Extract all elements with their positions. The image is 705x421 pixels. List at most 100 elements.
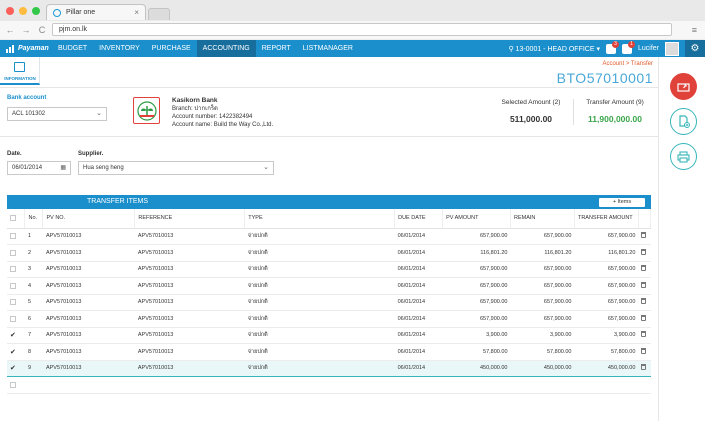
row-transfer-amount: 57,800.00 — [574, 343, 639, 361]
row-transfer-amount: 3,900.00 — [574, 327, 639, 344]
table-row[interactable]: 6 APV57010013 APV57010013 จ่ายปกติ 06/01/201… — [7, 310, 651, 328]
row-checkbox[interactable]: ✔ — [10, 332, 16, 339]
menu-report[interactable]: REPORT — [256, 40, 297, 57]
column-pv-no[interactable]: PV NO. — [42, 209, 136, 229]
menu-purchase[interactable]: PURCHASE — [146, 40, 197, 57]
forward-icon[interactable]: → — [20, 25, 32, 35]
row-pv-amount: 116,801.20 — [442, 244, 511, 262]
row-due-date: 06/01/2014 — [394, 359, 443, 377]
date-input[interactable]: 06/01/2014 ▦ — [7, 161, 71, 175]
calendar-icon[interactable]: ▦ — [60, 162, 66, 174]
menu-budget[interactable]: BUDGET — [52, 40, 93, 57]
row-remain: 116,801.20 — [510, 244, 575, 262]
trash-icon[interactable] — [641, 347, 647, 354]
information-tab[interactable]: INFORMATION — [0, 57, 40, 85]
menu-accounting[interactable]: ACCOUNTING — [196, 40, 256, 57]
row-checkbox[interactable] — [10, 233, 16, 240]
row-checkbox[interactable] — [10, 282, 16, 289]
table-row[interactable]: 2 APV57010013 APV57010013 จ่ายปกติ 06/01/201… — [7, 244, 651, 262]
bank-account-select[interactable]: ACL 101302 ⌄ — [7, 107, 107, 121]
row-transfer-amount: 450,000.00 — [574, 359, 639, 377]
chevron-down-icon: ⌄ — [263, 164, 269, 171]
mail-badge: 3 — [611, 40, 619, 48]
avatar[interactable] — [665, 41, 679, 56]
menu-listmanager[interactable]: LISTMANAGER — [297, 40, 359, 57]
minimize-window-button[interactable] — [19, 7, 27, 15]
notification-icon[interactable]: 1 — [621, 40, 635, 54]
row-remain: 3,900.00 — [510, 327, 575, 344]
column-pv-amount[interactable]: PV AMOUNT — [442, 209, 511, 229]
bank-logo — [133, 97, 160, 124]
row-checkbox[interactable] — [10, 249, 16, 256]
trash-icon[interactable] — [641, 331, 647, 338]
row-checkbox[interactable] — [10, 266, 16, 273]
browser-tab[interactable]: Pillar one × — [46, 4, 146, 20]
row-pv-amount: 657,900.00 — [442, 228, 511, 245]
trash-icon[interactable] — [641, 248, 647, 255]
add-document-button[interactable] — [670, 108, 697, 135]
select-all-checkbox[interactable] — [10, 215, 16, 222]
row-remain: 657,900.00 — [510, 277, 575, 295]
browser-menu-icon[interactable]: ≡ — [692, 25, 697, 35]
mail-icon[interactable]: 3 — [605, 40, 619, 54]
add-items-button[interactable]: + Items — [599, 198, 645, 207]
favicon-icon — [53, 8, 61, 17]
row-checkbox[interactable]: ✔ — [10, 365, 16, 372]
reload-icon[interactable]: C — [36, 25, 48, 35]
row-reference: APV57010013 — [134, 327, 245, 344]
trash-icon[interactable] — [641, 265, 647, 272]
row-checkbox[interactable] — [10, 381, 16, 388]
table-row[interactable]: 3 APV57010013 APV57010013 จ่ายปกติ 06/01/201… — [7, 261, 651, 278]
column-transfer-amount[interactable]: TRANSFER AMOUNT — [574, 209, 639, 229]
close-window-button[interactable] — [6, 7, 14, 15]
column-reference[interactable]: REFERENCE — [134, 209, 246, 229]
main-menu: BUDGET INVENTORY PURCHASE ACCOUNTING REP… — [52, 40, 359, 57]
trash-icon[interactable] — [641, 281, 647, 288]
row-transfer-amount: 657,900.00 — [574, 277, 639, 295]
row-remain: 657,900.00 — [510, 228, 575, 245]
menu-inventory[interactable]: INVENTORY — [93, 40, 146, 57]
maximize-window-button[interactable] — [32, 7, 40, 15]
row-no: 3 — [24, 261, 43, 278]
address-bar[interactable]: pjm.on.lk — [52, 23, 672, 36]
export-button[interactable] — [670, 73, 697, 100]
row-no: 1 — [24, 228, 43, 245]
row-pv-amount: 657,900.00 — [442, 294, 511, 311]
supplier-select[interactable]: Hua seng heng ⌄ — [78, 161, 274, 175]
row-pv-no: APV57010013 — [42, 359, 135, 377]
table-row[interactable]: 5 APV57010013 APV57010013 จ่ายปกติ 06/01/201… — [7, 294, 651, 311]
row-reference: APV57010013 — [134, 244, 245, 262]
new-tab-button[interactable] — [148, 8, 170, 20]
row-type: จ่ายปกติ — [244, 294, 395, 311]
column-no[interactable]: No. — [24, 209, 44, 229]
row-type: จ่ายปกติ — [244, 244, 395, 262]
kasikorn-logo-icon — [136, 100, 157, 121]
table-row[interactable]: 1 APV57010013 APV57010013 จ่ายปกติ 06/01/201… — [7, 228, 651, 245]
table-row[interactable]: ✔ 7 APV57010013 APV57010013 จ่ายปกติ 06/01/20… — [7, 327, 651, 344]
table-row[interactable]: ✔ 8 APV57010013 APV57010013 จ่ายปกติ 06/01/20… — [7, 343, 651, 361]
user-name[interactable]: Lucifer — [638, 45, 659, 52]
settings-button[interactable]: ⚙ — [685, 40, 705, 57]
location-selector[interactable]: ⚲ 13-0001 - HEAD OFFICE ▾ — [508, 45, 600, 53]
back-icon[interactable]: ← — [4, 25, 16, 35]
tab-close-icon[interactable]: × — [134, 8, 139, 17]
trash-icon[interactable] — [641, 364, 647, 371]
information-label: INFORMATION — [4, 76, 36, 81]
row-pv-no: APV57010013 — [42, 343, 135, 361]
export-icon — [677, 83, 690, 92]
column-remain[interactable]: REMAIN — [510, 209, 575, 229]
row-checkbox[interactable] — [10, 299, 16, 306]
column-type[interactable]: TYPE — [244, 209, 396, 229]
trash-icon[interactable] — [641, 314, 647, 321]
breadcrumb[interactable]: Account > Transfer — [602, 61, 653, 67]
print-button[interactable] — [670, 143, 697, 170]
row-checkbox[interactable]: ✔ — [10, 349, 16, 356]
column-due-date[interactable]: DUE DATE — [394, 209, 444, 229]
table-row[interactable]: ✔ 9 APV57010013 APV57010013 จ่ายปกติ 06/01/20… — [7, 359, 651, 377]
row-checkbox[interactable] — [10, 315, 16, 322]
table-row[interactable]: 4 APV57010013 APV57010013 จ่ายปกติ 06/01/201… — [7, 277, 651, 295]
trash-icon[interactable] — [641, 298, 647, 305]
app-logo[interactable]: Payaman — [0, 44, 52, 53]
trash-icon[interactable] — [641, 232, 647, 239]
row-remain: 657,900.00 — [510, 310, 575, 328]
